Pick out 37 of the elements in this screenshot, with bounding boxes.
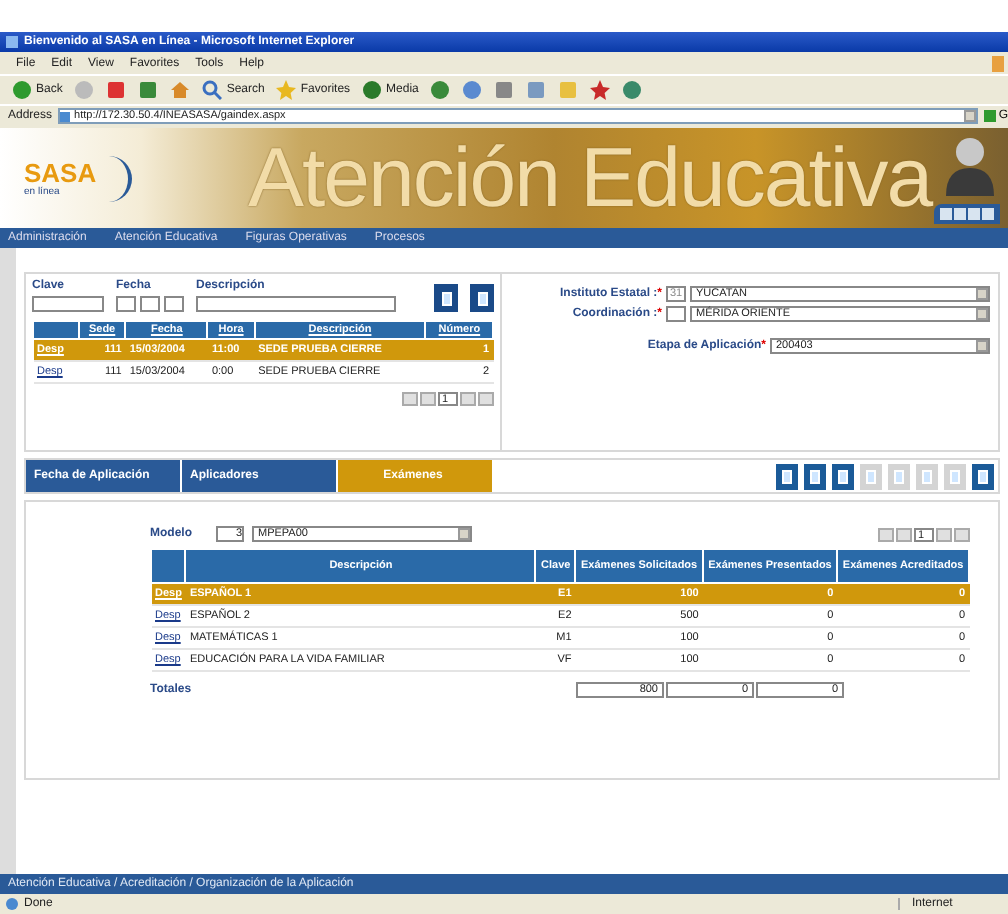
toolbar-button[interactable] [972,463,994,489]
round-icon [622,80,643,100]
toolbar-button[interactable] [832,463,854,489]
year-field[interactable] [164,296,184,312]
user-icon [944,136,996,196]
search-icon [202,80,223,100]
search-document-button[interactable] [434,284,458,312]
input-field[interactable] [196,296,396,312]
square-icon [558,80,579,100]
round-icon [74,80,95,100]
round-icon [462,80,483,100]
toolbar-button[interactable] [804,463,826,489]
forward-button[interactable] [70,80,99,100]
code-field[interactable] [666,306,686,322]
star-icon [590,80,611,100]
month-field[interactable] [140,296,160,312]
tool-button[interactable] [618,80,647,100]
house-icon [170,80,191,100]
round-icon [12,80,32,100]
square-icon [494,80,515,100]
star-icon [276,80,297,100]
windows-logo-icon [992,55,1004,71]
square-icon [106,80,127,100]
round-icon [430,80,451,100]
input-field[interactable] [32,296,104,312]
square-icon [526,80,547,100]
browser-icon [6,36,18,48]
square-icon [138,80,159,100]
toolbar-button[interactable] [776,463,798,489]
day-field[interactable] [116,296,136,312]
mail-button[interactable] [458,80,487,100]
history-button[interactable] [426,80,455,100]
header-cell [151,549,186,583]
header-cell [33,321,79,339]
clear-document-button[interactable] [470,284,494,312]
round-icon [362,80,383,100]
messenger-button[interactable] [586,80,615,100]
